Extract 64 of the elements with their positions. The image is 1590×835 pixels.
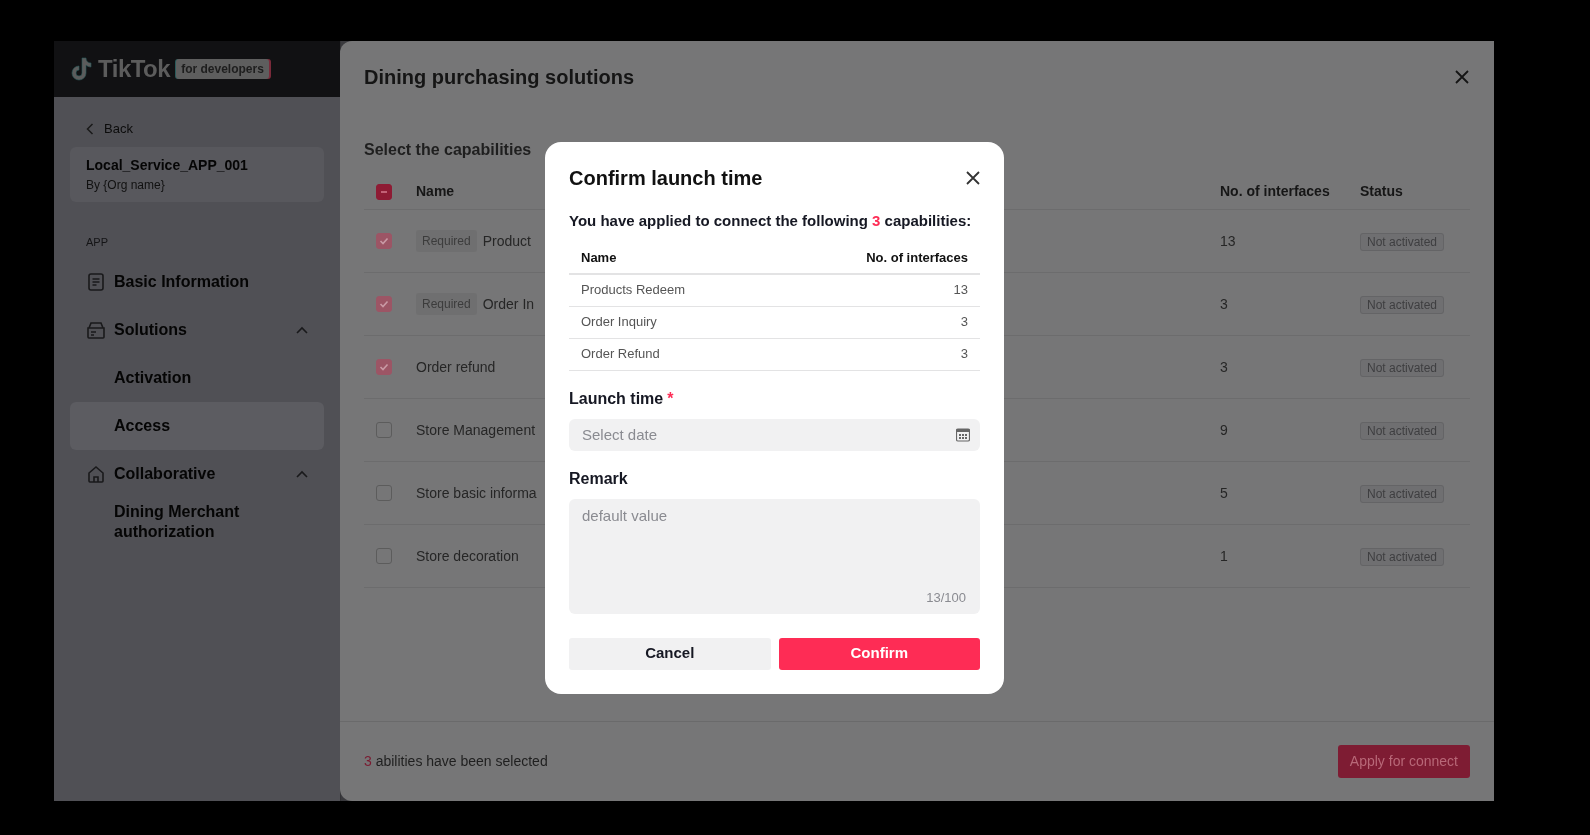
selection-count: 3 abilities have been selected — [364, 752, 548, 771]
checkbox[interactable] — [376, 183, 392, 200]
nav-subitem[interactable]: Dining Merchant authorization — [70, 498, 290, 546]
remark-label: Remark — [569, 468, 629, 489]
developers-badge: for developers — [176, 59, 269, 79]
app-name: Local_Service_APP_001 — [86, 155, 249, 175]
interface-count: 3 — [960, 345, 968, 364]
interface-count: 1 — [1220, 547, 1228, 564]
back-chevron-icon — [86, 122, 94, 135]
column-header: Status — [1360, 183, 1403, 199]
check-icon — [379, 299, 389, 309]
check-icon — [379, 236, 389, 246]
nav-subitem[interactable]: Access — [70, 402, 324, 450]
column-header: No. of interfaces — [1220, 183, 1330, 199]
confirm-button[interactable]: Confirm — [778, 637, 980, 670]
capability-name: Store decoration — [416, 546, 519, 566]
dialog-title: Confirm launch time — [569, 166, 763, 190]
capability-name: Store Management — [416, 420, 536, 440]
interface-count: 5 — [1220, 484, 1228, 501]
drawer-subtitle: Select the capabilities — [363, 140, 533, 160]
interface-count: 13 — [1220, 232, 1236, 249]
close-icon[interactable] — [966, 171, 980, 185]
date-field[interactable]: Select date — [569, 418, 980, 451]
nav-item[interactable]: Solutions — [70, 306, 324, 354]
drawer-title: Dining purchasing solutions — [364, 65, 634, 90]
interface-count: 3 — [960, 313, 968, 332]
calendar-icon — [956, 427, 970, 442]
package-icon — [86, 320, 106, 340]
column-header: No. of interfaces — [866, 248, 968, 267]
tiktok-note-icon — [70, 57, 92, 81]
house-icon — [86, 464, 106, 484]
capability-name: Store basic informa — [416, 483, 537, 503]
cancel-button[interactable]: Cancel — [569, 637, 771, 670]
checkbox[interactable] — [376, 422, 392, 438]
capability-name: Order In — [482, 294, 535, 314]
chevron-icon — [296, 470, 308, 478]
capability-name: Order Refund — [581, 345, 660, 364]
dialog-intro: You have applied to connect the following 3 capabilities: — [569, 211, 973, 231]
column-header: Name — [581, 248, 617, 267]
apply-button[interactable]: Apply for connect — [1337, 745, 1470, 778]
checkbox[interactable] — [376, 485, 392, 501]
chevron-icon — [296, 326, 308, 334]
required-mark: * — [667, 388, 674, 409]
checkbox[interactable] — [376, 548, 392, 564]
interface-count: 3 — [1220, 358, 1228, 375]
interface-count: 3 — [1220, 295, 1228, 312]
nav-subitem[interactable]: Activation — [70, 354, 324, 402]
launch-time-label: Launch time — [569, 388, 664, 409]
back-link[interactable]: Back — [86, 119, 340, 139]
document-icon — [86, 272, 106, 292]
character-counter: 13/100 — [926, 589, 966, 607]
capability-name: Order refund — [416, 357, 496, 377]
nav-item[interactable]: Collaborative — [70, 450, 324, 498]
interface-count: 13 — [953, 281, 968, 300]
nav-item[interactable]: Basic Information — [70, 258, 324, 306]
capability-name: Products Redeem — [581, 281, 686, 300]
capability-name: Product — [482, 231, 531, 251]
interface-count: 9 — [1220, 421, 1228, 438]
column-header: Name — [416, 182, 455, 201]
section-label: APP — [85, 234, 109, 250]
capability-name: Order Inquiry — [581, 313, 657, 332]
check-icon — [379, 362, 389, 372]
logo-text: TikTok — [98, 54, 171, 84]
app-org: By {Org name} — [86, 176, 166, 194]
